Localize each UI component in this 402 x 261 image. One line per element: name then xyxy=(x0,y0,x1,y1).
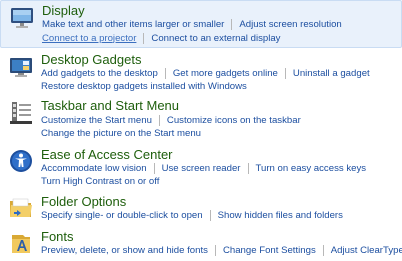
link-adjust-screen-resolution[interactable]: Adjust screen resolution xyxy=(239,18,341,31)
link-separator xyxy=(153,162,155,174)
category-fonts: Fonts Preview, delete, or show and hide … xyxy=(0,228,402,261)
link-high-contrast[interactable]: Turn High Contrast on or off xyxy=(41,175,159,188)
ease-of-access-icon[interactable] xyxy=(9,149,33,173)
link-customize-taskbar-icons[interactable]: Customize icons on the taskbar xyxy=(167,114,301,127)
link-row: Customize the Start menu Customize icons… xyxy=(41,113,301,127)
link-use-screen-reader[interactable]: Use screen reader xyxy=(162,162,241,175)
link-show-hidden-files[interactable]: Show hidden files and folders xyxy=(218,209,343,222)
link-separator xyxy=(143,32,145,44)
link-separator xyxy=(164,67,166,79)
link-add-gadgets[interactable]: Add gadgets to the desktop xyxy=(41,67,158,80)
link-single-double-click[interactable]: Specify single- or double-click to open xyxy=(41,209,203,222)
category-taskbar-start-menu: Taskbar and Start Menu Customize the Sta… xyxy=(0,97,402,141)
link-row: Preview, delete, or show and hide fonts … xyxy=(41,243,402,257)
category-folder-options: Folder Options Specify single- or double… xyxy=(0,192,402,224)
link-customize-start-menu[interactable]: Customize the Start menu xyxy=(41,114,152,127)
link-uninstall-gadget[interactable]: Uninstall a gadget xyxy=(293,67,370,80)
link-separator xyxy=(158,114,160,126)
link-row: Make text and other items larger or smal… xyxy=(42,17,342,31)
link-separator xyxy=(322,244,324,256)
link-row: Specify single- or double-click to open … xyxy=(41,208,343,222)
desktop-gadgets-icon[interactable] xyxy=(9,55,33,79)
link-row: Add gadgets to the desktop Get more gadg… xyxy=(41,66,370,80)
folder-options-icon[interactable] xyxy=(9,196,33,220)
link-row: Change the picture on the Start menu xyxy=(41,126,201,140)
link-connect-external-display[interactable]: Connect to an external display xyxy=(151,32,280,45)
link-row: Turn High Contrast on or off xyxy=(41,174,159,188)
link-change-start-menu-picture[interactable]: Change the picture on the Start menu xyxy=(41,127,201,140)
link-change-font-settings[interactable]: Change Font Settings xyxy=(223,244,316,257)
link-get-more-gadgets[interactable]: Get more gadgets online xyxy=(173,67,278,80)
category-display: Display Make text and other items larger… xyxy=(0,0,402,48)
link-make-text-larger[interactable]: Make text and other items larger or smal… xyxy=(42,18,224,31)
link-row: Connect to a projector Connect to an ext… xyxy=(42,31,280,45)
category-title-taskbar-start-menu[interactable]: Taskbar and Start Menu xyxy=(41,98,179,114)
link-separator xyxy=(214,244,216,256)
link-preview-fonts[interactable]: Preview, delete, or show and hide fonts xyxy=(41,244,208,257)
category-desktop-gadgets: Desktop Gadgets Add gadgets to the deskt… xyxy=(0,50,402,94)
link-row: Restore desktop gadgets installed with W… xyxy=(41,79,247,93)
link-connect-to-projector[interactable]: Connect to a projector xyxy=(42,32,136,45)
link-restore-gadgets[interactable]: Restore desktop gadgets installed with W… xyxy=(41,80,247,93)
link-row: Accommodate low vision Use screen reader… xyxy=(41,161,366,175)
link-adjust-cleartype[interactable]: Adjust ClearType text xyxy=(331,244,402,257)
link-easy-access-keys[interactable]: Turn on easy access keys xyxy=(256,162,367,175)
fonts-icon[interactable] xyxy=(9,231,33,255)
link-separator xyxy=(284,67,286,79)
link-separator xyxy=(209,209,211,221)
taskbar-start-menu-icon[interactable] xyxy=(9,101,33,125)
link-separator xyxy=(247,162,249,174)
display-monitor-icon[interactable] xyxy=(10,6,34,30)
category-ease-of-access: Ease of Access Center Accommodate low vi… xyxy=(0,145,402,189)
link-accommodate-low-vision[interactable]: Accommodate low vision xyxy=(41,162,147,175)
link-separator xyxy=(231,18,233,30)
